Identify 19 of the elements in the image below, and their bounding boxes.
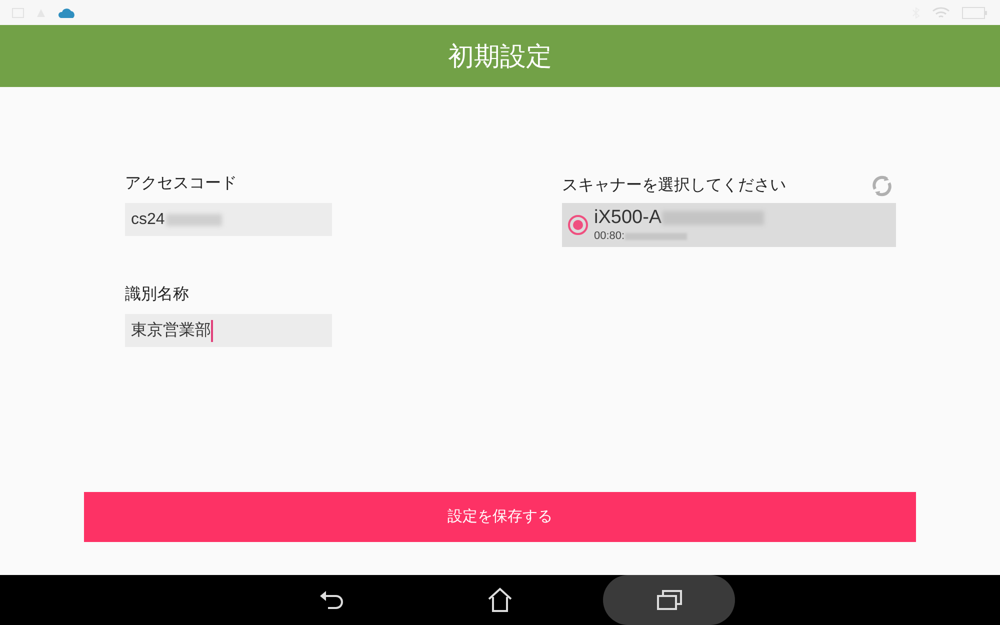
- field-label: 識別名称: [125, 284, 190, 305]
- section-heading: スキャナーを選択してください: [562, 176, 786, 196]
- recents-icon: [655, 588, 683, 612]
- wifi-icon: [932, 6, 950, 20]
- battery-icon: [962, 6, 988, 18]
- scanner-item[interactable]: iX500-A 00:80:: [562, 203, 896, 247]
- field-label: アクセスコード: [125, 174, 238, 194]
- recents-button[interactable]: [603, 575, 735, 625]
- radio-button[interactable]: [568, 215, 588, 235]
- app-bar-title: 初期設定: [448, 40, 552, 72]
- text-cursor: [211, 320, 213, 342]
- input-field[interactable]: 東京営業部: [125, 314, 332, 347]
- scanner-name: iX500-A: [594, 207, 662, 229]
- input-field[interactable]: cs24: [125, 203, 332, 236]
- save-button[interactable]: 設定を保存する: [84, 492, 916, 542]
- scanner-address: 00:80:: [594, 229, 625, 243]
- cloud-icon: [58, 6, 76, 18]
- home-icon[interactable]: [486, 586, 514, 614]
- back-icon[interactable]: [318, 588, 346, 612]
